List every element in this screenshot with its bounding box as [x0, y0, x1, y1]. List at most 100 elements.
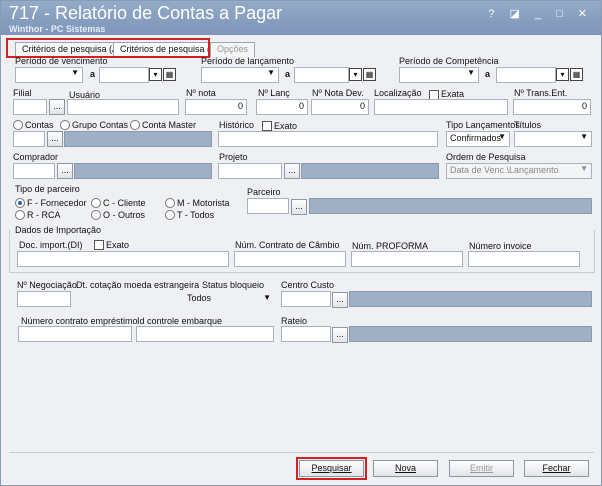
nota-input[interactable]: 0: [185, 99, 247, 115]
window-controls[interactable]: ? ◪ _ □ ✕: [488, 7, 593, 20]
titulos-label: Títulos: [514, 120, 542, 130]
filial-search-button[interactable]: ...: [49, 99, 65, 115]
negociacao-input[interactable]: [17, 291, 71, 307]
negociacao-label: Nº Negociação: [17, 280, 77, 290]
conta-master-label: Conta Master: [142, 120, 197, 130]
calendar-icon[interactable]: ▦: [570, 68, 583, 81]
radio-outros[interactable]: [91, 210, 101, 220]
contas-search-button[interactable]: ...: [47, 131, 63, 147]
emitir-label: Emitir: [470, 463, 493, 473]
dropdown-icon[interactable]: ▾: [556, 68, 569, 81]
main-window: 717 - Relatório de Contas a Pagar Wintho…: [0, 0, 602, 486]
radio-cliente[interactable]: [91, 198, 101, 208]
status-bloqueio-label: Status bloqueio: [202, 280, 265, 290]
historico-input[interactable]: [218, 131, 438, 147]
filial-input[interactable]: [13, 99, 47, 115]
calendar-icon[interactable]: ▦: [163, 68, 176, 81]
radio-contas[interactable]: [13, 120, 23, 130]
radio-todos[interactable]: [165, 210, 175, 220]
competencia-end[interactable]: [496, 67, 556, 83]
nova-label: Nova: [394, 463, 416, 473]
tipo-lanc-select[interactable]: Confirmados ▼: [446, 131, 510, 147]
tipo-lanc-label: Tipo Lançamentos: [446, 120, 520, 130]
grupo-contas-label: Grupo Contas: [72, 120, 129, 130]
todos-label: T - Todos: [177, 210, 215, 220]
dropdown-icon[interactable]: ▾: [349, 68, 362, 81]
tab-opcoes[interactable]: Opções: [210, 42, 256, 57]
rateio-search-button[interactable]: ...: [332, 327, 348, 343]
contas-input[interactable]: [13, 131, 45, 147]
parceiro-input[interactable]: [247, 198, 289, 214]
radio-rca[interactable]: [15, 210, 25, 220]
competencia-start[interactable]: ▼: [399, 67, 479, 83]
comprador-search-button[interactable]: ...: [57, 163, 73, 179]
outros-label: O - Outros: [103, 210, 146, 220]
localizacao-label: Localização: [374, 88, 422, 98]
title-bar: 717 - Relatório de Contas a Pagar Wintho…: [1, 1, 601, 35]
ordem-value: Data de Venc.\Lançamento: [450, 165, 559, 175]
tabs-highlight: [6, 38, 210, 58]
window-title: 717 - Relatório de Contas a Pagar: [9, 3, 283, 23]
status-bloqueio-select[interactable]: Todos ▼: [187, 293, 273, 307]
ordem-select[interactable]: Data de Venc.\Lançamento ▼: [446, 163, 592, 179]
projeto-input[interactable]: [218, 163, 282, 179]
usuario-input[interactable]: [67, 99, 179, 115]
radio-conta-master[interactable]: [130, 120, 140, 130]
emitir-button[interactable]: Emitir: [449, 460, 514, 477]
ordem-label: Ordem de Pesquisa: [446, 152, 526, 162]
tipo-parceiro-label: Tipo de parceiro: [15, 184, 80, 194]
dropdown-icon[interactable]: ▾: [149, 68, 162, 81]
comprador-label: Comprador: [13, 152, 59, 162]
lancamento-end[interactable]: [294, 67, 349, 83]
dt-cotacao-label: Dt. cotação moeda estrangeira: [76, 280, 200, 290]
vencimento-start[interactable]: ▼: [15, 67, 83, 83]
radio-grupo-contas[interactable]: [60, 120, 70, 130]
contrato-emprestimo-input[interactable]: [18, 326, 132, 342]
titulos-select[interactable]: ▼: [514, 131, 592, 147]
parceiro-label: Parceiro: [247, 187, 281, 197]
rca-label: R - RCA: [27, 210, 61, 220]
tipo-lanc-value: Confirmados: [450, 133, 502, 143]
importacao-group-frame: [9, 230, 595, 273]
projeto-label: Projeto: [219, 152, 248, 162]
nota-label: Nº nota: [186, 88, 216, 98]
calendar-icon[interactable]: ▦: [363, 68, 376, 81]
nota-dev-label: Nº Nota Dev.: [312, 88, 364, 98]
filial-label: Filial: [13, 88, 32, 98]
competencia-a-label: a: [485, 69, 491, 79]
radio-motorista[interactable]: [165, 198, 175, 208]
lancamento-label: Período de lançamento: [201, 56, 295, 66]
trans-ent-label: Nº Trans.Ent.: [514, 88, 568, 98]
centro-custo-description: [349, 291, 592, 307]
projeto-search-button[interactable]: ...: [284, 163, 300, 179]
localizacao-exata-label: Exata: [441, 89, 465, 99]
centro-custo-label: Centro Custo: [281, 280, 335, 290]
historico-exato-checkbox[interactable]: [262, 121, 272, 131]
nova-button[interactable]: Nova: [373, 460, 438, 477]
contrato-emprestimo-label: Número contrato empréstimo: [21, 316, 138, 326]
vencimento-a-label: a: [90, 69, 96, 79]
fornecedor-label: F - Fornecedor: [27, 198, 87, 208]
radio-fornecedor[interactable]: [15, 198, 25, 208]
centro-custo-input[interactable]: [281, 291, 331, 307]
historico-exato-label: Exato: [274, 121, 298, 131]
rateio-description: [349, 326, 592, 342]
window-subtitle: Winthor - PC Sistemas: [9, 24, 106, 34]
lancamento-start[interactable]: ▼: [201, 67, 279, 83]
comprador-input[interactable]: [13, 163, 55, 179]
vencimento-end[interactable]: [99, 67, 149, 83]
embarque-label: Id controle embarque: [137, 316, 223, 326]
historico-label: Histórico: [219, 120, 255, 130]
parceiro-description: [309, 198, 592, 214]
projeto-description: [301, 163, 439, 179]
centro-custo-search-button[interactable]: ...: [332, 292, 348, 308]
rateio-input[interactable]: [281, 326, 331, 342]
fechar-button[interactable]: Fechar: [524, 460, 589, 477]
parceiro-search-button[interactable]: ...: [291, 199, 307, 215]
lanc-input[interactable]: 0: [256, 99, 308, 115]
trans-ent-input[interactable]: 0: [513, 99, 591, 115]
nota-dev-input[interactable]: 0: [311, 99, 369, 115]
embarque-input[interactable]: [136, 326, 274, 342]
lancamento-a-label: a: [285, 69, 291, 79]
localizacao-input[interactable]: [374, 99, 508, 115]
